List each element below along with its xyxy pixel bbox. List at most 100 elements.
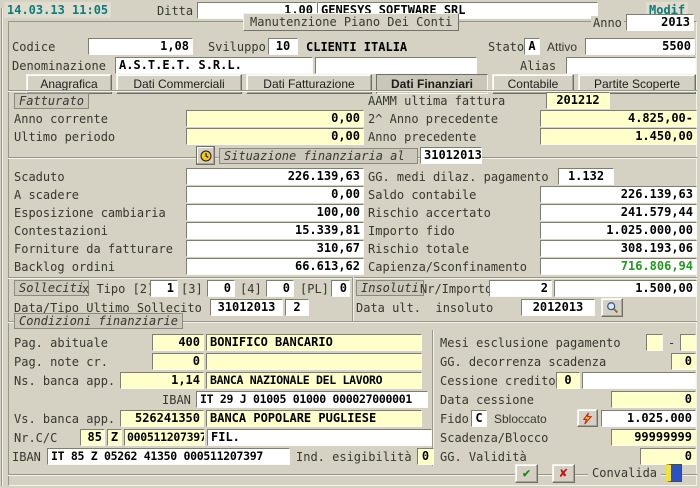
insoluti-nr-label: Nr/Importo — [420, 282, 492, 297]
forniture-field[interactable]: 310,67 — [186, 240, 364, 257]
data-ultimo-insoluto-field[interactable]: 2012013 — [521, 299, 595, 316]
denominazione-label: Denominazione — [12, 59, 106, 74]
anno-corrente-label: Anno corrente — [14, 112, 108, 127]
tipo-ultimo-sollecito-field[interactable]: 2 — [285, 299, 309, 316]
pag-abituale-code-field[interactable]: 400 — [152, 334, 204, 351]
rischio-accertato-label: Rischio accertato — [368, 206, 491, 221]
conto-field[interactable]: 5500 — [585, 38, 695, 55]
ns-banca-desc-field[interactable]: BANCA NAZIONALE DEL LAVORO — [206, 372, 422, 389]
fido-toggle-button[interactable] — [577, 409, 598, 427]
confirm-button[interactable]: ✔ — [515, 464, 538, 483]
condizioni-chip: Condizioni finanziarie — [14, 313, 183, 329]
x-icon: ✘ — [560, 466, 568, 481]
recalc-icon — [199, 149, 213, 163]
rischio-totale-field[interactable]: 308.193,06 — [540, 240, 697, 257]
solleciti-tipo-label: x Tipo [2] — [82, 282, 154, 297]
saldo-contabile-field[interactable]: 226.139,63 — [540, 186, 697, 203]
anno-precedente-field[interactable]: 1.450,00 — [540, 128, 697, 145]
importo-fido-field[interactable]: 1.025.000,00 — [540, 222, 697, 239]
solleciti-tipo3-label: [3] — [181, 282, 203, 297]
nrcc-abi-field[interactable]: 85 — [80, 429, 105, 446]
scadenza-blocco-field[interactable]: 99999999 — [611, 429, 696, 446]
ind-esigibilita-field[interactable]: 0 — [417, 448, 434, 465]
a-scadere-field[interactable]: 0,00 — [186, 186, 364, 203]
nrcc-label: Nr.C/C — [14, 431, 57, 446]
gg-dilazione-field[interactable]: 1.132 — [558, 168, 614, 185]
pag-abituale-label: Pag. abituale — [14, 336, 108, 351]
stato-desc: Attivo — [547, 40, 577, 55]
window-left-border — [1, 8, 3, 486]
insoluti-nr-field[interactable]: 2 — [489, 280, 552, 297]
timestamp: 14.03.13 11:05 — [4, 2, 111, 18]
fido-code-field[interactable]: C — [471, 410, 487, 427]
ns-banca-code-field[interactable]: 1,14 — [120, 372, 204, 389]
rischio-accertato-field[interactable]: 241.579,44 — [540, 204, 697, 221]
recalc-button[interactable] — [196, 146, 215, 165]
mesi-esclusione-da-field[interactable] — [646, 334, 663, 351]
denominazione-extra-field[interactable] — [315, 57, 477, 74]
iban-ns-label: IBAN — [162, 393, 191, 408]
solleciti-tipo2-field[interactable]: 1 — [150, 280, 178, 297]
aamm-label: AAMM ultima fattura — [368, 94, 505, 109]
solleciti-tipo3-field[interactable]: 0 — [207, 280, 235, 297]
vs-banca-code-field[interactable]: 526241350 — [120, 410, 204, 427]
forniture-label: Forniture da fatturare — [14, 242, 173, 257]
contestazioni-label: Contestazioni — [14, 224, 108, 239]
solleciti-tipopl-label: [PL] — [300, 282, 329, 297]
nrcc-filiale-field[interactable]: FIL. — [207, 429, 432, 446]
nrcc-numero-field[interactable]: 000511207397 — [124, 429, 205, 446]
alias-field[interactable] — [566, 57, 696, 74]
solleciti-tipo4-label: [4] — [240, 282, 262, 297]
data-ultimo-sollecito-field[interactable]: 31012013 — [210, 299, 283, 316]
pag-abituale-desc-field[interactable]: BONIFICO BANCARIO — [206, 334, 422, 351]
situazione-date-field[interactable]: 31012013 — [420, 147, 482, 164]
fatturato-chip: Fatturato — [14, 93, 89, 109]
data-cessione-label: Data cessione — [440, 393, 534, 408]
capienza-field[interactable]: 716.806,94 — [540, 258, 697, 275]
anno-corrente-field[interactable]: 0,00 — [186, 110, 364, 127]
solleciti-tipo4-field[interactable]: 0 — [266, 280, 294, 297]
fido-toggle-icon — [581, 412, 594, 425]
codice-field[interactable]: 1,08 — [88, 38, 193, 55]
contestazioni-field[interactable]: 15.339,81 — [186, 222, 364, 239]
backlog-field[interactable]: 66.613,62 — [186, 258, 364, 275]
cessione-credito-extra-field[interactable] — [582, 372, 696, 389]
mesi-esclusione-sep: - — [668, 336, 675, 351]
backlog-label: Backlog ordini — [14, 260, 115, 275]
ultimo-periodo-field[interactable]: 0,00 — [186, 128, 364, 145]
anno-precedente-label: Anno precedente — [368, 130, 476, 145]
sviluppo-field[interactable]: 10 — [268, 38, 298, 55]
iban-ns-field[interactable]: IT 29 J 01005 01000 000027000001 — [196, 391, 428, 408]
cessione-credito-label: Cessione credito — [440, 374, 556, 389]
gg-decorrenza-field[interactable]: 0 — [671, 353, 696, 370]
pag-note-code-field[interactable]: 0 — [152, 353, 204, 370]
fido-label: Fido — [440, 412, 469, 427]
solleciti-tipopl-field[interactable]: 0 — [331, 280, 350, 297]
data-ultimo-insoluto-label: Data ult. insoluto — [356, 301, 493, 316]
scaduto-field[interactable]: 226.139,63 — [186, 168, 364, 185]
anno-precedente2-field[interactable]: 4.825,00- — [540, 110, 697, 127]
pag-note-label: Pag. note cr. — [14, 355, 108, 370]
ns-banca-label: Ns. banca app. — [14, 374, 115, 389]
cessione-credito-field[interactable]: 0 — [556, 372, 580, 389]
cancel-button[interactable]: ✘ — [552, 464, 575, 483]
esposizione-field[interactable]: 100,00 — [186, 204, 364, 221]
aamm-field[interactable]: 201212 — [546, 92, 610, 109]
insoluto-lookup-button[interactable] — [601, 298, 623, 317]
mesi-esclusione-a-field[interactable] — [680, 334, 696, 351]
ditta-label: Ditta — [157, 4, 193, 19]
iban-vs-field[interactable]: IT 85 Z 05262 41350 000511207397 — [47, 448, 290, 465]
anno-field[interactable]: 2013 — [626, 14, 694, 31]
denominazione-field[interactable]: A.S.T.E.T. S.R.L. — [115, 57, 313, 74]
fido-importo-field[interactable]: 1.025.000 — [601, 410, 696, 427]
gg-decorrenza-label: GG. decorrenza scadenza — [440, 355, 606, 370]
vs-banca-desc-field[interactable]: BANCA POPOLARE PUGLIESE — [206, 410, 422, 427]
pag-note-desc-field[interactable] — [206, 353, 422, 370]
stato-field[interactable]: A — [524, 38, 540, 55]
gg-validita-field[interactable]: 0 — [640, 448, 696, 465]
insoluti-importo-field[interactable]: 1.500,00 — [554, 280, 697, 297]
gg-validita-label: GG. Validità — [440, 450, 527, 465]
data-cessione-field[interactable]: 0 — [611, 391, 696, 408]
capienza-label: Capienza/Sconfinamento — [368, 260, 527, 275]
nrcc-cin-field[interactable]: Z — [107, 429, 122, 446]
